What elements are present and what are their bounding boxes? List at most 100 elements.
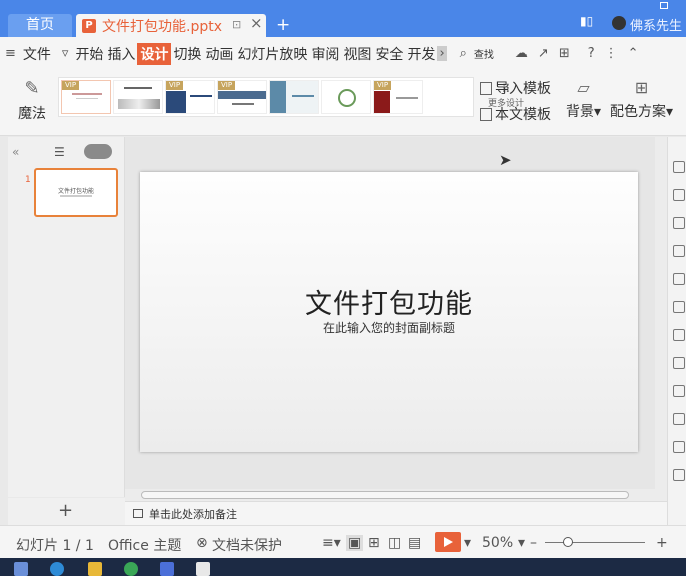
search-icon[interactable]: ⌕ xyxy=(455,46,472,61)
slide-panel-header: « ☰ xyxy=(8,137,124,165)
copy-icon[interactable] xyxy=(673,189,685,201)
history-icon[interactable] xyxy=(673,469,685,481)
color-scheme-icon: ⊞ xyxy=(634,78,649,97)
animation-icon[interactable] xyxy=(673,441,685,453)
menu-view[interactable]: 视图 xyxy=(341,44,373,64)
design-gallery: VIP VIP VIP VIP ⠿ 更多设计 xyxy=(58,77,524,117)
menu-design[interactable]: 设计 xyxy=(137,42,172,65)
zoom-in-button[interactable]: + xyxy=(656,535,668,551)
tab-document[interactable]: P 文件打包功能.pptx ⊡ × xyxy=(76,14,266,37)
outline-view-icon[interactable]: ☰ xyxy=(54,145,65,159)
background-button[interactable]: ▱ 背景▾ xyxy=(566,78,601,121)
media-icon[interactable] xyxy=(673,329,685,341)
search-label[interactable]: 查找 xyxy=(472,46,496,61)
import-template-button[interactable]: 导入模板 xyxy=(480,78,551,98)
slide-subtitle[interactable]: 在此输入您的封面副标题 xyxy=(140,319,638,336)
restore-window-icon[interactable] xyxy=(660,2,668,9)
normal-view-icon[interactable]: ▣ xyxy=(346,535,364,551)
tab-home[interactable]: 首页 xyxy=(8,14,72,37)
app-icon[interactable] xyxy=(160,562,174,576)
table-icon[interactable] xyxy=(673,301,685,313)
menu-review[interactable]: 审阅 xyxy=(309,44,341,64)
image-icon[interactable] xyxy=(673,385,685,397)
chrome-icon[interactable] xyxy=(124,562,138,576)
new-tab-button[interactable]: + xyxy=(276,14,290,37)
text-template-label: 本文模板 xyxy=(495,107,551,123)
menu-slideshow[interactable]: 幻灯片放映 xyxy=(235,44,309,64)
zoom-out-button[interactable]: – xyxy=(530,535,537,551)
magic-wand-icon: ✎ xyxy=(24,78,40,99)
notes-placeholder: 单击此处添加备注 xyxy=(149,507,237,521)
vertical-scrollbar[interactable] xyxy=(655,137,667,489)
start-icon[interactable] xyxy=(14,562,28,576)
scroll-thumb[interactable] xyxy=(141,491,629,499)
add-slide-button[interactable]: + xyxy=(58,500,73,521)
text-template-button[interactable]: 本文模板 xyxy=(480,104,551,124)
chart-icon[interactable] xyxy=(673,273,685,285)
menu-animation[interactable]: 动画 xyxy=(203,44,235,64)
color-scheme-button[interactable]: ⊞ 配色方案▾ xyxy=(610,78,673,121)
slide-title[interactable]: 文件打包功能 xyxy=(140,282,638,321)
design-template-2[interactable] xyxy=(113,80,163,114)
menu-security[interactable]: 安全 xyxy=(373,44,405,64)
zoom-slider[interactable] xyxy=(545,542,645,543)
more-menu-icon[interactable]: › xyxy=(437,46,447,61)
avatar[interactable] xyxy=(612,16,626,30)
slide-panel: « ☰ 1 文件打包功能 xyxy=(8,137,125,497)
design-template-5[interactable] xyxy=(269,80,319,114)
horizontal-scrollbar[interactable] xyxy=(125,489,667,501)
notes-icon xyxy=(133,509,143,518)
collapse-panel-icon[interactable]: « xyxy=(12,145,19,159)
zoom-slider-knob[interactable] xyxy=(563,537,573,547)
design-template-7[interactable]: VIP xyxy=(373,80,423,114)
notes-view-icon[interactable]: ▤ xyxy=(408,535,421,551)
shape-icon[interactable] xyxy=(673,217,685,229)
theme-name[interactable]: Office 主题 xyxy=(108,535,181,555)
grid-icon[interactable] xyxy=(673,245,685,257)
slide[interactable]: 文件打包功能 在此输入您的封面副标题 xyxy=(140,172,638,452)
comment-icon[interactable] xyxy=(673,357,685,369)
protection-status[interactable]: 文档未保护 xyxy=(212,535,282,555)
notes-area[interactable]: 单击此处添加备注 xyxy=(125,501,667,525)
play-dropdown-icon[interactable]: ▾ xyxy=(464,535,471,551)
design-template-1[interactable]: VIP xyxy=(61,80,111,114)
wps-icon[interactable] xyxy=(196,562,210,576)
help-icon[interactable]: ? xyxy=(583,46,600,61)
settings-icon[interactable] xyxy=(673,161,685,173)
collapse-ribbon-icon[interactable]: ⌃ xyxy=(623,46,644,61)
magic-button[interactable]: ✎ 魔法 xyxy=(12,78,52,123)
close-icon[interactable]: × xyxy=(250,14,263,32)
menu-start[interactable]: 开始 xyxy=(73,44,105,64)
reading-view-icon[interactable]: ◫ xyxy=(388,535,401,551)
menu-developer[interactable]: 开发 xyxy=(405,44,437,64)
vip-badge: VIP xyxy=(218,81,236,90)
menu-file[interactable]: 文件 xyxy=(21,44,53,64)
design-template-4[interactable]: VIP xyxy=(217,80,267,114)
share-icon[interactable]: ↗ xyxy=(533,46,554,61)
folder-icon[interactable] xyxy=(88,562,102,576)
sorter-view-icon[interactable]: ⊞ xyxy=(368,535,380,551)
layout-icon[interactable]: ▮▯ xyxy=(580,14,593,28)
tab-document-title: 文件打包功能.pptx xyxy=(102,18,222,35)
audio-icon[interactable] xyxy=(673,413,685,425)
slide-canvas[interactable]: 文件打包功能 在此输入您的封面副标题 ➤ xyxy=(125,137,655,489)
design-template-3[interactable]: VIP xyxy=(165,80,215,114)
notes-toggle-icon[interactable]: ≡▾ xyxy=(322,535,341,551)
design-template-6[interactable] xyxy=(321,80,371,114)
edge-icon[interactable] xyxy=(50,562,64,576)
dropdown-icon[interactable]: ▿ xyxy=(57,46,74,61)
more-icon[interactable]: ⋮ xyxy=(600,46,623,61)
cloud-icon[interactable]: ☁ xyxy=(510,46,533,61)
slide-thumbnail[interactable]: 文件打包功能 xyxy=(34,168,118,217)
zoom-dropdown-icon[interactable]: ▾ xyxy=(518,535,525,551)
zoom-level[interactable]: 50% xyxy=(482,535,513,551)
user-name[interactable]: 佛系先生 xyxy=(630,15,682,34)
pin-icon[interactable]: ⊡ xyxy=(232,18,241,31)
slide-view-toggle[interactable] xyxy=(84,144,112,159)
hamburger-icon[interactable]: ≡ xyxy=(0,46,21,61)
collab-icon[interactable]: ⊞ xyxy=(554,46,575,61)
menu-transition[interactable]: 切换 xyxy=(171,44,203,64)
vip-badge: VIP xyxy=(62,81,80,90)
menu-insert[interactable]: 插入 xyxy=(105,44,137,64)
play-slideshow-button[interactable] xyxy=(435,532,461,552)
